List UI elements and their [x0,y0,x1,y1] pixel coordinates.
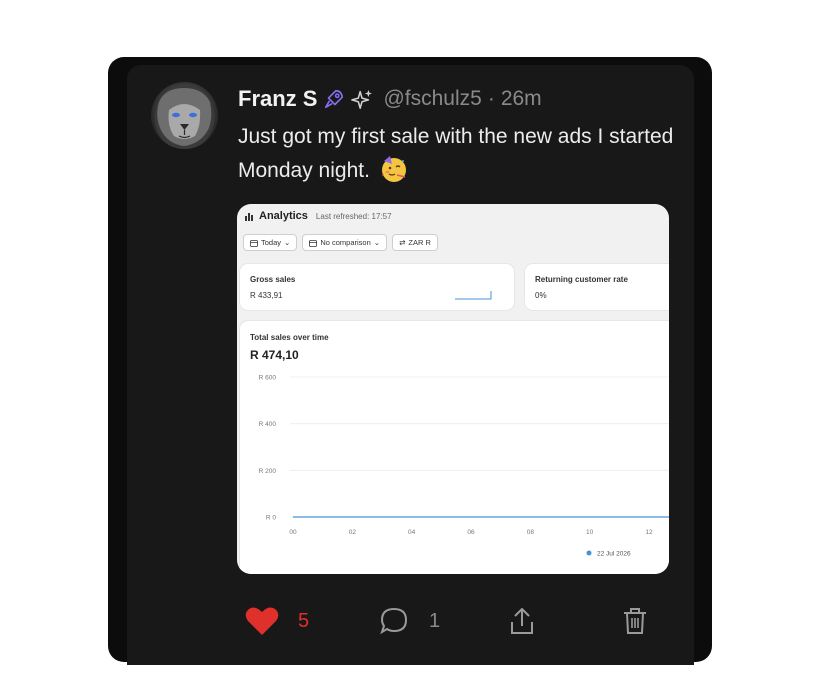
date-filter-label: Today [261,238,282,247]
share-icon [511,608,533,634]
gross-sales-value: R 433,91 [250,291,283,300]
returning-rate-label: Returning customer rate [535,275,628,284]
trash-icon [624,608,646,634]
y-tick-label: R 200 [259,468,277,475]
gross-sales-sparkline [455,291,492,300]
header-separator: · [487,87,495,110]
currency-filter-label: ZAR R [408,238,431,247]
avatar[interactable] [151,82,218,149]
post-timestamp[interactable]: 26m [501,87,542,111]
date-filter[interactable]: Today ⌄ [243,234,298,251]
partying-face-emoji-icon [381,156,406,182]
x-tick-label: 06 [467,529,475,536]
gross-sales-card[interactable]: Gross sales R 433,91 [240,264,514,310]
rocket-badge-icon [325,89,344,109]
post-body: Just got my first sale with the new ads … [238,120,683,188]
currency-filter[interactable]: ⇄ ZAR R [392,234,438,251]
calendar-icon [250,239,258,247]
legend-marker [586,550,592,556]
x-tick-label: 00 [289,529,297,536]
x-tick-label: 02 [349,529,357,536]
x-tick-label: 08 [527,529,535,536]
returning-rate-card[interactable]: Returning customer rate 0% [525,264,669,310]
author-name[interactable]: Franz S [238,86,317,112]
post-header: Franz S @fschulz5 · 26m [238,85,542,113]
share-button[interactable] [508,604,536,638]
speech-bubble-icon [380,607,408,635]
exchange-icon: ⇄ [399,238,406,247]
like-button[interactable]: 5 [245,604,309,638]
filter-bar: Today ⌄ No comparison ⌄ ⇄ ZAR R [243,234,438,251]
chevron-down-icon: ⌄ [373,238,381,247]
like-count: 5 [298,609,310,632]
attached-screenshot[interactable]: Analytics Last refreshed: 17:57 Today ⌄ … [237,204,669,574]
x-tick-label: 10 [586,529,594,536]
heart-icon [245,607,279,635]
legend-label: 22 Jul 2026 [597,551,631,558]
comparison-filter[interactable]: No comparison ⌄ [302,234,388,251]
action-bar: 5 1 [245,604,665,638]
returning-rate-value: 0% [535,291,547,300]
analytics-header: Analytics Last refreshed: 17:57 [245,210,392,222]
calendar-compare-icon [309,239,318,247]
sparkle-badge-icon [351,89,373,109]
gross-sales-label: Gross sales [250,275,296,284]
comparison-filter-label: No comparison [320,238,371,247]
bar-chart-icon [245,212,253,221]
reply-count: 1 [429,609,441,632]
y-tick-label: R 600 [259,375,277,382]
x-tick-label: 04 [408,529,416,536]
author-handle[interactable]: @fschulz5 [383,87,481,111]
lion-avatar-image [154,86,215,149]
y-tick-label: R 400 [259,421,277,428]
reply-button[interactable]: 1 [379,604,440,638]
chevron-down-icon: ⌄ [284,238,291,247]
delete-button[interactable] [622,604,648,638]
total-sales-chart: Total sales over time R 474,10 R 600 R 40… [240,321,669,574]
post-text: Just got my first sale with the new ads … [238,125,674,182]
last-refreshed: Last refreshed: 17:57 [315,211,392,221]
analytics-title: Analytics [259,210,308,222]
x-tick-label: 12 [645,529,653,536]
line-chart-svg: R 600 R 400 R 200 R 0 00 02 04 06 08 10 12 22 Jul 2… [259,375,669,558]
y-tick-label: R 0 [266,515,277,522]
